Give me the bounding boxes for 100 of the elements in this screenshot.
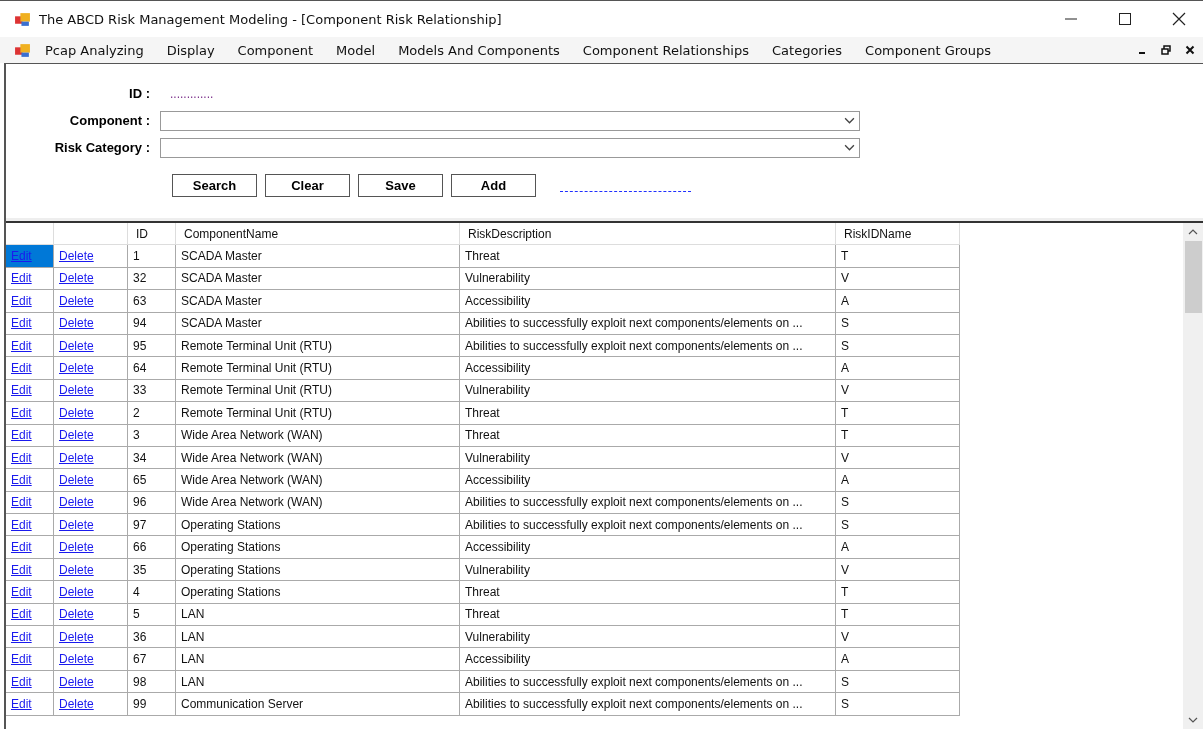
form-button[interactable]: Search [172,174,257,197]
delete-link[interactable]: Delete [59,696,94,711]
delete-link[interactable]: Delete [59,495,94,510]
risk-category-dropdown[interactable] [160,137,860,158]
edit-link[interactable]: Edit [11,316,32,331]
table-cell: Remote Terminal Unit (RTU) [176,402,460,425]
edit-link[interactable]: Edit [11,607,32,622]
delete-link[interactable]: Delete [59,473,94,487]
edit-link[interactable]: Edit [11,473,32,487]
risk-category-label: Risk Category : [53,140,151,155]
table-cell: LAN [176,603,460,627]
delete-link[interactable]: Delete [59,540,94,555]
table-cell: S [836,693,960,716]
form-button[interactable]: Clear [265,174,350,197]
app-icon [14,10,31,28]
close-icon[interactable] [1185,45,1195,55]
edit-link[interactable]: Edit [11,293,32,308]
column-header[interactable]: ComponentName [176,223,460,246]
component-label: Component : [68,113,151,128]
table-cell: Threat [460,581,836,604]
menu-item[interactable]: Model [336,42,376,58]
table-cell: Accessibility [460,290,836,313]
delete-link[interactable]: Delete [59,428,94,443]
column-header[interactable]: RiskIDName [836,223,960,246]
delete-link[interactable]: Delete [59,607,94,622]
maximize-icon[interactable] [1118,12,1132,26]
table-cell: 3 [128,424,176,447]
edit-link[interactable]: Edit [11,405,32,420]
menu-item[interactable]: Component Groups [865,42,992,58]
scrollbar-thumb[interactable] [1184,241,1202,313]
edit-link[interactable]: Edit [11,674,32,689]
dashed-link-line[interactable] [560,191,691,192]
table-cell: A [836,536,960,559]
delete-link[interactable]: Delete [59,584,94,599]
close-icon[interactable] [1172,12,1186,26]
edit-link[interactable]: Edit [11,361,32,376]
delete-link[interactable]: Delete [59,293,94,308]
table-cell: Accessibility [460,648,836,671]
table-cell: 98 [128,670,176,694]
table-cell: V [836,626,960,649]
table-cell: S [836,670,960,694]
menu-item[interactable]: Display [166,42,215,58]
delete-link[interactable]: Delete [59,405,94,420]
table-cell: 32 [128,267,176,291]
menu-item[interactable]: Pcap Analyzing [45,42,144,58]
delete-link[interactable]: Delete [59,562,94,577]
window-title: The ABCD Risk Management Modeling - [Component Risk Relationship] [39,11,502,27]
delete-link[interactable]: Delete [59,249,94,264]
menu-item[interactable]: Component [237,42,314,58]
id-value: ............. [170,86,214,101]
scroll-down-icon[interactable] [1188,717,1198,723]
table-cell: V [836,267,960,291]
edit-link[interactable]: Edit [11,383,32,398]
table-cell: SCADA Master [176,267,460,291]
edit-link[interactable]: Edit [11,652,32,667]
table-cell: T [836,245,960,268]
table-cell: 66 [128,536,176,559]
table-cell: Wide Area Network (WAN) [176,469,460,492]
column-header[interactable]: RiskDescription [460,223,836,246]
delete-link[interactable]: Delete [59,652,94,667]
table-cell: 4 [128,581,176,604]
vertical-scrollbar[interactable] [1183,223,1203,729]
table-cell: Abilities to successfully exploit next components/elements on ... [460,334,836,358]
edit-link[interactable]: Edit [11,562,32,577]
menu-item[interactable]: Categories [772,42,843,58]
table-cell: 1 [128,245,176,268]
table-cell: A [836,290,960,313]
table-cell: SCADA Master [176,245,460,268]
table-cell: S [836,312,960,335]
edit-link[interactable]: Edit [11,629,32,644]
table-cell: SCADA Master [176,290,460,313]
delete-link[interactable]: Delete [59,271,94,286]
delete-link[interactable]: Delete [59,450,94,465]
edit-link[interactable]: Edit [11,584,32,599]
menu-item[interactable]: Component Relationships [582,42,749,58]
restore-icon[interactable] [1161,45,1171,55]
delete-link[interactable]: Delete [59,316,94,331]
component-dropdown[interactable] [160,110,860,131]
delete-link[interactable]: Delete [59,383,94,398]
edit-link[interactable]: Edit [11,495,32,510]
form-button[interactable]: Add [451,174,536,197]
edit-link[interactable]: Edit [11,696,32,711]
table-cell: Vulnerability [460,626,836,649]
edit-link[interactable]: Edit [11,338,32,353]
delete-link[interactable]: Delete [59,629,94,644]
table-cell: T [836,581,960,604]
delete-link[interactable]: Delete [59,338,94,353]
delete-link[interactable]: Delete [59,517,94,532]
edit-link[interactable]: Edit [11,271,32,286]
form-button[interactable]: Save [358,174,443,197]
delete-link[interactable]: Delete [59,361,94,376]
edit-link[interactable]: Edit [11,428,32,443]
delete-link[interactable]: Delete [59,674,94,689]
edit-link[interactable]: Edit [11,517,32,532]
column-header[interactable]: ID [128,223,176,246]
table-cell: 35 [128,558,176,582]
scroll-up-icon[interactable] [1188,229,1198,235]
menu-item[interactable]: Models And Components [398,42,560,58]
edit-link[interactable]: Edit [11,540,32,555]
edit-link[interactable]: Edit [11,450,32,465]
